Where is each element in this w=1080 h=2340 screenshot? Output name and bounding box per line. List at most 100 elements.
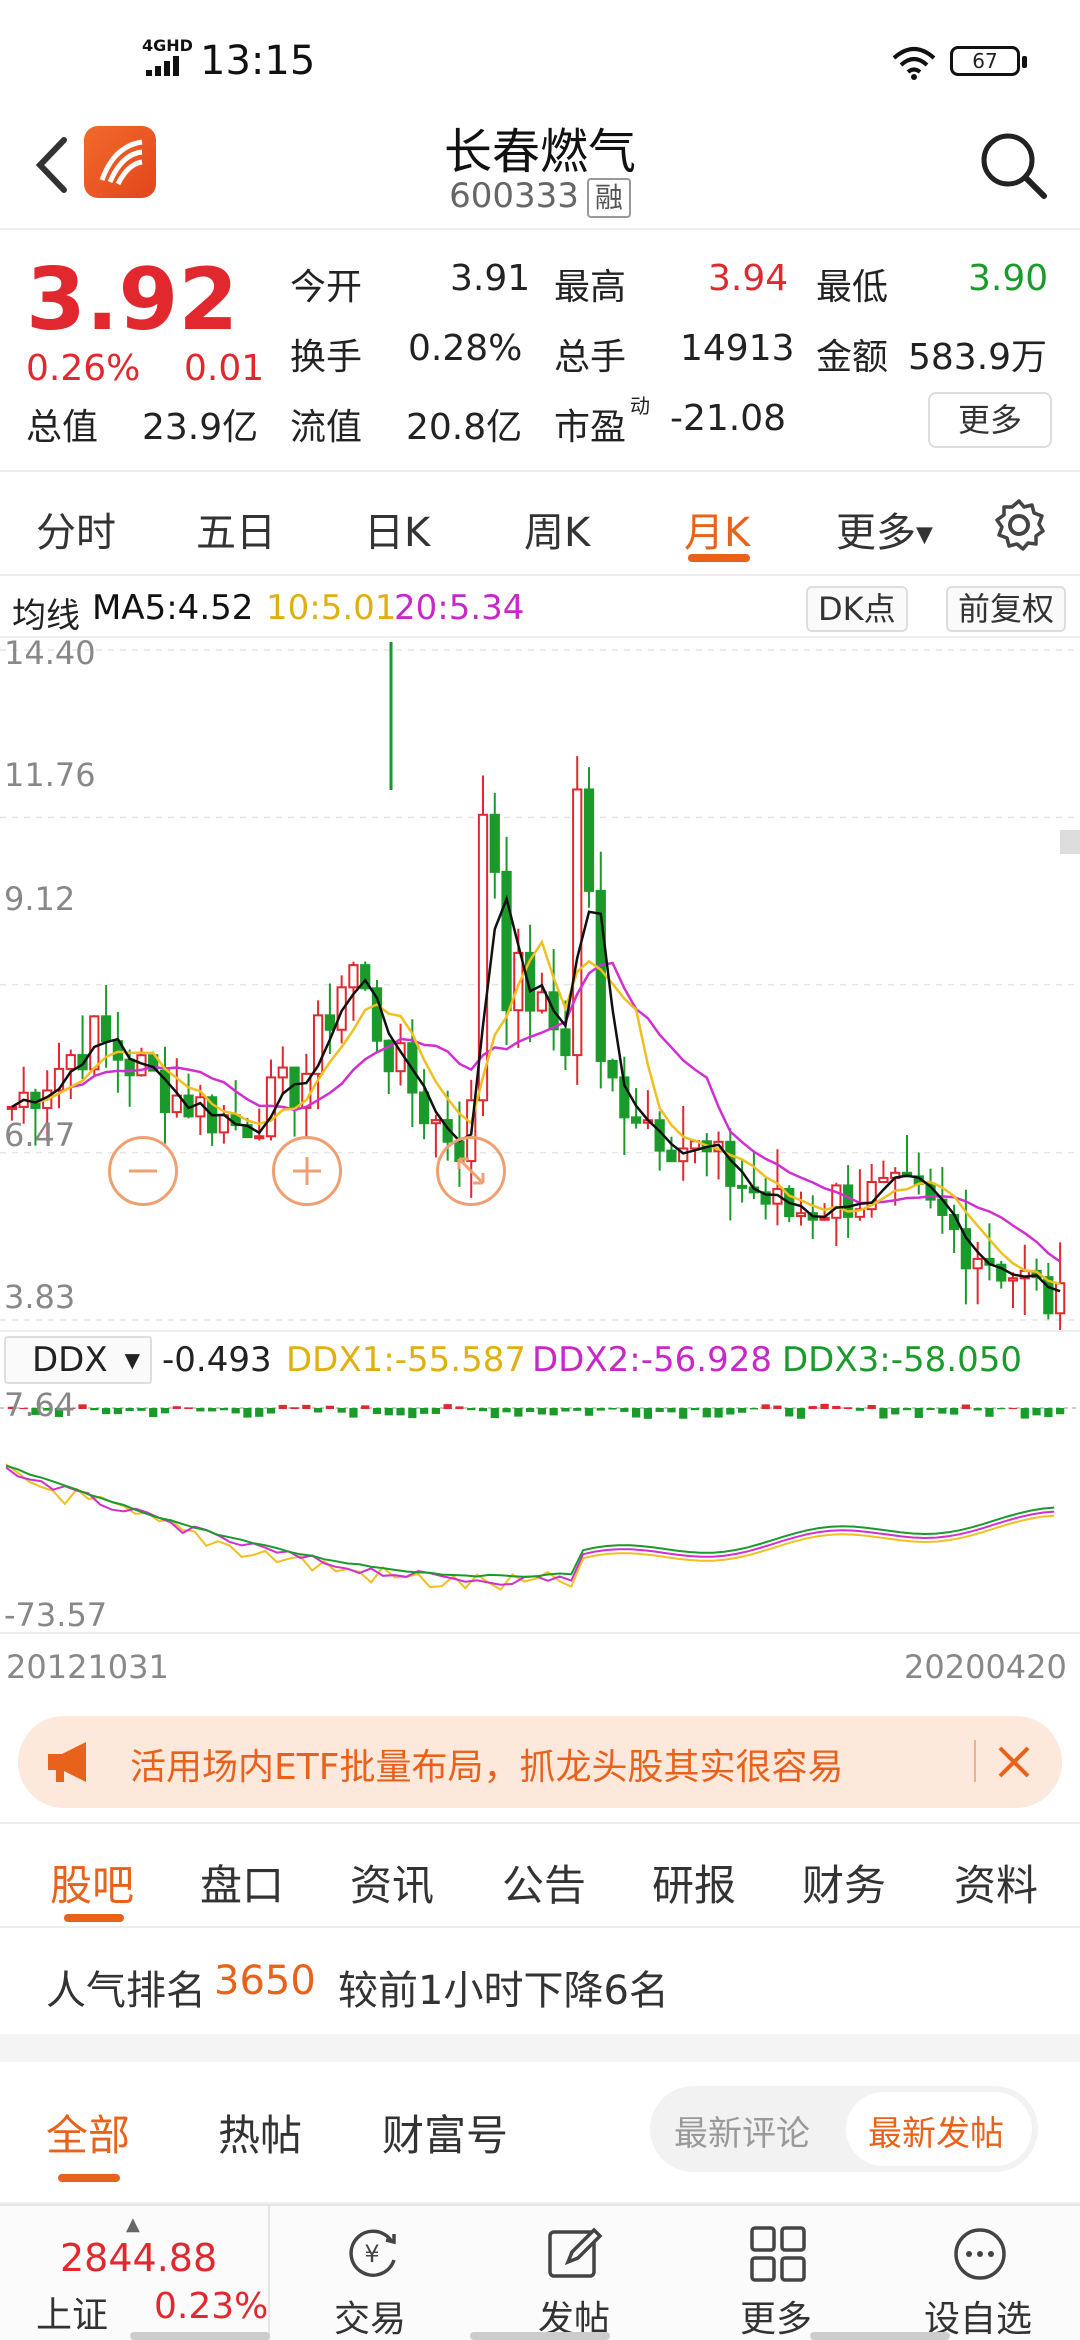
ddx2-value: DDX2:-56.928 — [532, 1340, 772, 1380]
popularity-rank[interactable]: 人气排名 3650 较前1小时下降6名 — [0, 1930, 1080, 2034]
tab-news[interactable]: 资讯 — [350, 1852, 434, 1913]
candle-body — [630, 1116, 642, 1124]
ddx-bar — [608, 1408, 617, 1410]
expand-icon — [457, 1157, 485, 1185]
active-tab-indicator — [688, 554, 750, 562]
dropdown-caret-icon: ▼ — [916, 522, 933, 548]
ddx-chart[interactable]: 7.64 -73.57 — [0, 1386, 1080, 1634]
fullscreen-button[interactable] — [436, 1136, 506, 1206]
tab-intraday[interactable]: 分时 — [36, 500, 116, 558]
ddx-bar — [90, 1408, 99, 1411]
tab-more-periods[interactable]: 更多▼ — [836, 500, 933, 558]
tab-announcements[interactable]: 公告 — [502, 1852, 586, 1913]
home-indicator-left — [130, 2332, 270, 2340]
promo-banner[interactable]: 活用场内ETF批量布局，抓龙头股其实很容易 — [18, 1716, 1062, 1808]
candle-body — [6, 1105, 18, 1110]
tab-daily-k[interactable]: 日K — [364, 500, 430, 558]
ddx-bar — [302, 1404, 311, 1409]
tab-all-posts[interactable]: 全部 — [46, 2102, 130, 2163]
mktcap-value: 23.9亿 — [142, 407, 259, 448]
pe-superscript: 动 — [630, 394, 650, 418]
indicator-selector[interactable]: DDX ▼ — [4, 1336, 152, 1384]
candle-body — [65, 1054, 76, 1070]
nav-more[interactable]: 更多 — [676, 2206, 876, 2340]
clock: 13:15 — [200, 38, 316, 84]
ddx-bar — [207, 1408, 217, 1412]
nav-add-watchlist[interactable]: 设自选 — [878, 2206, 1078, 2340]
gear-icon[interactable] — [992, 498, 1046, 552]
sort-latest-post[interactable]: 最新发帖 — [868, 2106, 1004, 2155]
ddx-bar — [631, 1408, 641, 1418]
selector-caret-icon: ▼ — [124, 1348, 140, 1372]
tab-five-day[interactable]: 五日 — [196, 500, 276, 558]
tab-profile[interactable]: 资料 — [954, 1852, 1038, 1913]
kline-chart[interactable]: 14.40 11.76 9.12 6.47 3.83 — [0, 634, 1080, 1330]
ddx-bar — [219, 1408, 229, 1411]
index-ticker[interactable]: ▲ 2844.88 上证 0.23% — [0, 2206, 270, 2340]
dk-point-button[interactable]: DK点 — [806, 586, 908, 632]
tab-research[interactable]: 研报 — [652, 1852, 736, 1913]
period-tabs: 分时 五日 日K 周K 月K 更多▼ — [0, 472, 1080, 576]
post-tab-indicator — [58, 2174, 120, 2182]
ddx-bar — [255, 1408, 264, 1417]
network-indicator: 4GHD — [142, 36, 193, 55]
tab-monthly-k[interactable]: 月K — [684, 500, 750, 558]
ddx-legend: DDX ▼ -0.493 DDX1:-55.587 DDX2:-56.928 D… — [0, 1330, 1080, 1390]
sort-toggle: 最新评论 最新发帖 — [650, 2086, 1038, 2172]
volume-value: 14913 — [680, 328, 795, 369]
candle-body — [89, 1015, 100, 1071]
y-label-top: 14.40 — [4, 634, 96, 672]
candle-body — [124, 1058, 135, 1077]
compose-icon — [548, 2227, 603, 2278]
index-name: 上证 — [36, 2295, 109, 2336]
low-label: 最低 — [816, 267, 889, 308]
volume-label: 总手 — [554, 337, 627, 378]
y-label-3: 9.12 — [4, 880, 76, 918]
ddx-bottom-label: -73.57 — [4, 1596, 108, 1634]
caret-up-icon: ▲ — [126, 2214, 140, 2235]
ddx-canvas — [0, 1403, 1080, 1591]
ddx-bar — [961, 1404, 971, 1409]
ddx-bar — [596, 1408, 605, 1411]
more-quote-button[interactable]: 更多 — [928, 392, 1052, 448]
y-label-2: 11.76 — [4, 756, 96, 794]
ddx-bar — [926, 1408, 935, 1410]
candle-body — [736, 1184, 748, 1189]
nav-trade-label: 交易 — [333, 2299, 406, 2340]
sort-latest-comment[interactable]: 最新评论 — [674, 2106, 810, 2155]
ddx-bar — [655, 1408, 664, 1412]
ddx-bar — [808, 1406, 817, 1409]
tab-forum[interactable]: 股吧 — [50, 1852, 134, 1913]
adjust-button[interactable]: 前复权 — [946, 586, 1067, 632]
tab-wealth-account[interactable]: 财富号 — [382, 2102, 508, 2163]
candle-body — [1007, 1277, 1019, 1282]
info-tabs: 股吧 盘口 资讯 公告 研报 财务 资料 — [0, 1822, 1080, 1928]
ddx-bar — [1055, 1408, 1065, 1415]
section-gap — [0, 2034, 1080, 2062]
tab-finance[interactable]: 财务 — [802, 1852, 886, 1913]
search-icon[interactable] — [976, 128, 1052, 204]
tab-weekly-k[interactable]: 周K — [524, 500, 590, 558]
ddx-bar — [1008, 1407, 1018, 1409]
candle-body — [583, 788, 595, 892]
ddx-bar — [667, 1408, 676, 1413]
ddx-bar — [879, 1408, 888, 1419]
candle-body — [348, 964, 359, 989]
ddx-bar — [1044, 1408, 1053, 1418]
y-label-bottom: 3.83 — [4, 1278, 76, 1316]
ddx1-value: DDX1:-55.587 — [286, 1340, 526, 1380]
stock-code: 600333 — [449, 176, 579, 216]
ddx1-line — [5, 1463, 1055, 1591]
zoom-out-button[interactable] — [108, 1136, 178, 1206]
ddx-bar — [584, 1408, 594, 1416]
nav-trade[interactable]: ¥ 交易 — [270, 2206, 470, 2340]
tab-orderbook[interactable]: 盘口 — [200, 1852, 284, 1913]
close-icon[interactable] — [992, 1740, 1036, 1784]
nav-post[interactable]: 发帖 — [474, 2206, 674, 2340]
zoom-in-button[interactable] — [272, 1136, 342, 1206]
tab-hot-posts[interactable]: 热帖 — [218, 2102, 302, 2163]
candle-body — [572, 788, 583, 1057]
ddx-bar — [843, 1407, 853, 1409]
open-label: 今开 — [290, 267, 363, 308]
megaphone-icon — [48, 1742, 86, 1782]
